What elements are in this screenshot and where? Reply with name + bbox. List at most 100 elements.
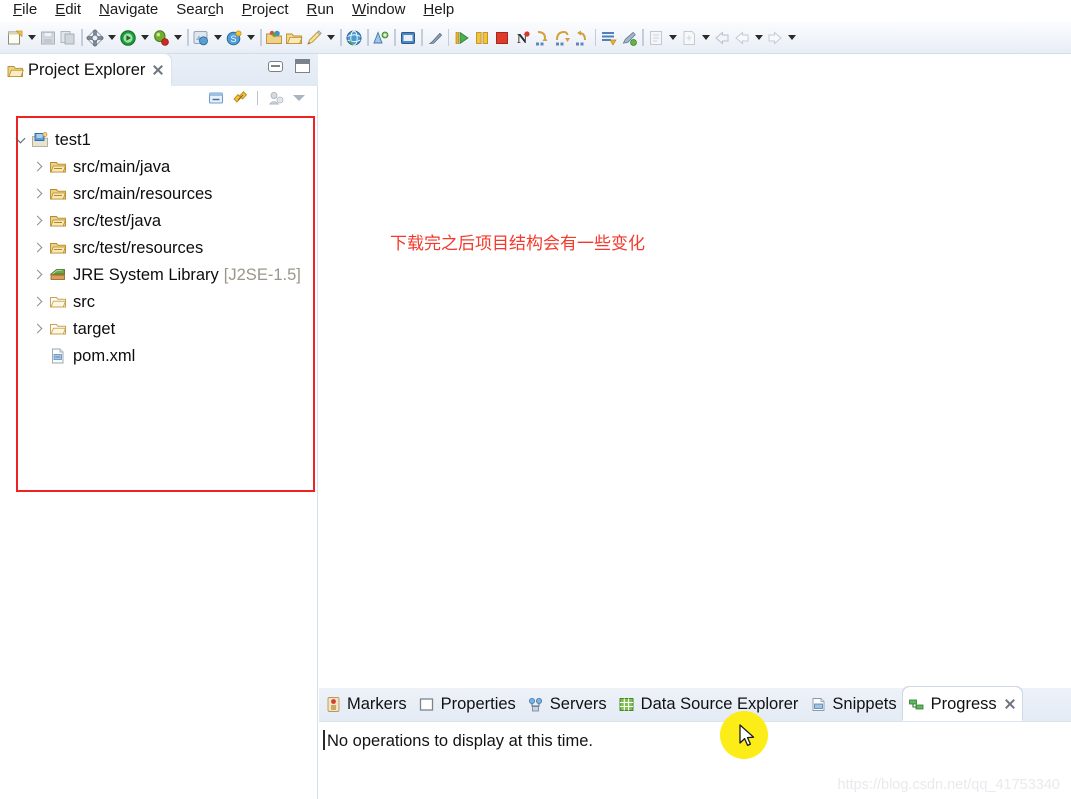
chevron-right-icon[interactable] [28, 265, 48, 285]
close-icon[interactable] [152, 64, 164, 76]
tree-item-target[interactable]: target [26, 315, 313, 342]
new-wizard-icon[interactable] [5, 27, 25, 49]
progress-icon [908, 695, 926, 713]
debug-dropdown[interactable] [171, 27, 184, 49]
tree-item-label: target [73, 319, 116, 338]
save-all-icon[interactable] [58, 27, 78, 49]
svg-text:S: S [230, 34, 236, 44]
source-folder-icon [48, 238, 68, 258]
disconnect-icon[interactable]: N [512, 27, 532, 49]
collapse-all-icon[interactable] [206, 89, 225, 108]
step-over-icon[interactable] [552, 27, 572, 49]
tree-item-jre-system-library[interactable]: JRE System Library [J2SE-1.5] [26, 261, 313, 288]
tab-servers[interactable]: Servers [522, 687, 613, 721]
menu-item-help[interactable]: Help [414, 0, 463, 22]
new-java-class-icon[interactable] [284, 27, 304, 49]
save-icon[interactable] [38, 27, 58, 49]
tab-snippets[interactable]: Snippets [804, 687, 902, 721]
menu-item-search[interactable]: Search [167, 0, 233, 22]
tree-item-src-test-java[interactable]: src/test/java [26, 207, 313, 234]
previous-annotation-icon[interactable] [619, 27, 639, 49]
chevron-right-icon[interactable] [28, 319, 48, 339]
new-element-dropdown[interactable] [324, 27, 337, 49]
back-dropdown[interactable] [752, 27, 765, 49]
markers-icon [324, 695, 342, 713]
chevron-right-icon[interactable] [28, 238, 48, 258]
tab-markers[interactable]: Markers [319, 687, 413, 721]
menu-bar: File Edit Navigate Search Project Run Wi… [0, 0, 1071, 22]
external-tools-dropdown[interactable] [211, 27, 224, 49]
menu-item-navigate[interactable]: Navigate [90, 0, 167, 22]
maximize-button[interactable] [295, 59, 310, 73]
tree-item-src-test-resources[interactable]: src/test/resources [26, 234, 313, 261]
run-icon[interactable] [118, 27, 138, 49]
toggle-mark-occurrences-icon[interactable] [425, 27, 445, 49]
last-edit-location-icon[interactable] [646, 27, 666, 49]
chevron-right-icon[interactable] [28, 157, 48, 177]
menu-item-run[interactable]: Run [298, 0, 344, 22]
previous-edit-dropdown[interactable] [699, 27, 712, 49]
new-annotation-icon[interactable] [304, 27, 324, 49]
tree-item-src-main-resources[interactable]: src/main/resources [26, 180, 313, 207]
editor-area[interactable]: 下载完之后项目结构会有一些变化 [319, 54, 1071, 688]
tree-item-pom-xml[interactable]: pom.xml [26, 342, 313, 369]
project-explorer-view-toolbar [206, 87, 307, 109]
build-all-icon[interactable] [85, 27, 105, 49]
xml-file-icon [48, 346, 68, 366]
step-into-icon[interactable] [532, 27, 552, 49]
tree-item-src-main-java[interactable]: src/main/java [26, 153, 313, 180]
toolbar-separator [257, 28, 264, 48]
tab-progress[interactable]: Progress [902, 687, 1022, 721]
tab-properties[interactable]: Properties [413, 687, 522, 721]
menu-item-edit[interactable]: Edit [46, 0, 90, 22]
chevron-down-icon[interactable] [10, 130, 30, 150]
tab-label: Data Source Explorer [640, 694, 799, 713]
tree-item-src[interactable]: src [26, 288, 313, 315]
open-task-icon[interactable] [398, 27, 418, 49]
tab-project-explorer[interactable]: Project Explorer [0, 54, 172, 86]
folder-icon [48, 319, 68, 339]
last-edit-dropdown[interactable] [666, 27, 679, 49]
focus-on-active-task-icon[interactable] [266, 89, 285, 108]
chevron-right-icon[interactable] [28, 184, 48, 204]
external-tools-icon[interactable] [191, 27, 211, 49]
previous-edit-icon[interactable] [679, 27, 699, 49]
forward-dropdown[interactable] [785, 27, 798, 49]
terminate-icon[interactable] [492, 27, 512, 49]
chevron-right-icon[interactable] [28, 292, 48, 312]
back-navigate-icon[interactable] [732, 27, 752, 49]
minimize-button[interactable] [268, 60, 283, 72]
project-tree: test1 src/main/java src/main/resources s… [8, 126, 313, 369]
debug-icon[interactable] [151, 27, 171, 49]
servers-icon [527, 695, 545, 713]
run-server-icon[interactable]: S [224, 27, 244, 49]
tree-item-label: pom.xml [73, 346, 136, 365]
next-annotation-icon[interactable] [599, 27, 619, 49]
menu-item-window[interactable]: Window [343, 0, 414, 22]
source-folder-icon [48, 157, 68, 177]
open-type-icon[interactable] [371, 27, 391, 49]
view-menu-icon[interactable] [290, 89, 307, 108]
step-return-icon[interactable] [572, 27, 592, 49]
menu-item-file[interactable]: File [4, 0, 46, 22]
tree-item-test1[interactable]: test1 [8, 126, 313, 153]
chevron-right-icon[interactable] [28, 211, 48, 231]
run-dropdown[interactable] [138, 27, 151, 49]
progress-message: No operations to display at this time. [327, 732, 593, 750]
back-history-icon[interactable] [712, 27, 732, 49]
toolbar-separator [418, 28, 425, 48]
run-server-dropdown[interactable] [244, 27, 257, 49]
main-toolbar: S N [0, 22, 1071, 54]
new-wizard-dropdown[interactable] [25, 27, 38, 49]
menu-item-project[interactable]: Project [233, 0, 298, 22]
resume-icon[interactable] [452, 27, 472, 49]
open-web-browser-icon[interactable] [344, 27, 364, 49]
suspend-icon[interactable] [472, 27, 492, 49]
build-dropdown[interactable] [105, 27, 118, 49]
tab-data-source-explorer[interactable]: Data Source Explorer [613, 687, 805, 721]
new-java-package-icon[interactable] [264, 27, 284, 49]
link-with-editor-icon[interactable] [230, 89, 249, 108]
forward-navigate-icon[interactable] [765, 27, 785, 49]
close-icon[interactable] [1004, 698, 1016, 710]
